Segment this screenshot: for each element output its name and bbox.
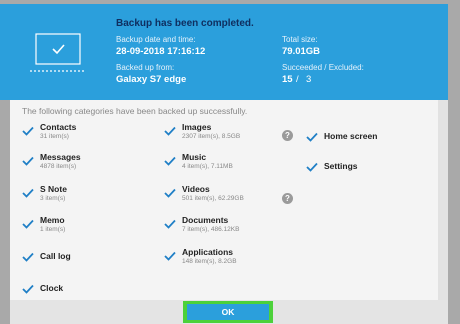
laptop-check-icon [30,33,86,72]
category-memo: Memo 1 item(s) [22,215,162,239]
videos-help-icon[interactable]: ? [282,193,293,204]
category-count: 3 item(s) [40,195,66,202]
category-music: Music 4 item(s), 7.11MB [164,152,304,176]
category-count: 501 item(s), 62.29GB [182,195,244,202]
category-name: Settings [324,161,358,171]
vertical-scrollbar[interactable] [438,100,448,300]
category-call-log: Call log [22,251,162,275]
category-name: Contacts [40,122,77,132]
backup-date-value: 28-09-2018 17:16:12 [116,46,206,57]
backup-complete-title: Backup has been completed. [116,18,254,29]
check-icon [164,188,176,198]
category-name: Memo [40,215,65,225]
total-size-label: Total size: [282,35,318,44]
backup-date-label: Backup date and time: [116,35,196,44]
check-icon [306,162,318,172]
images-help-icon[interactable]: ? [282,130,293,141]
category-home-screen: Home screen [306,131,446,155]
category-documents: Documents 7 item(s), 486.12KB [164,215,304,239]
category-messages: Messages 4878 item(s) [22,152,162,176]
category-count: 148 item(s), 8.2GB [182,258,237,265]
category-name: Images [182,122,212,132]
check-icon [22,284,34,294]
excluded-count: 3 [306,74,312,85]
header-panel: Backup has been completed. Backup date a… [0,4,448,100]
category-count: 1 item(s) [40,226,66,233]
category-count: 4878 item(s) [40,163,77,170]
backup-complete-window: Backup has been completed. Backup date a… [0,4,460,324]
category-name: Music [182,152,207,162]
category-count: 7 item(s), 486.12KB [182,226,240,233]
category-name: Documents [182,215,229,225]
category-applications: Applications 148 item(s), 8.2GB [164,247,304,271]
succeeded-count: 15 [282,74,293,85]
check-icon [306,132,318,142]
backed-up-from-label: Backed up from: [116,63,175,72]
categories-panel: The following categories have been backe… [10,100,448,300]
check-icon [164,126,176,136]
check-icon [22,156,34,166]
category-name: Videos [182,184,210,194]
category-contacts: Contacts 31 item(s) [22,122,162,146]
category-name: Messages [40,152,81,162]
category-name: S Note [40,184,67,194]
category-count: 2307 item(s), 8.5GB [182,133,241,140]
categories-intro: The following categories have been backe… [22,106,248,116]
succeeded-excluded-label: Succeeded / Excluded: [282,63,364,72]
check-icon [22,188,34,198]
count-separator: / [296,74,299,85]
total-size-value: 79.01GB [282,46,321,57]
check-icon [22,126,34,136]
category-count: 31 item(s) [40,133,69,140]
backed-up-from-value: Galaxy S7 edge [116,74,187,85]
category-name: Home screen [324,131,378,141]
category-settings: Settings [306,161,446,185]
check-icon [22,219,34,229]
check-icon [164,156,176,166]
check-icon [22,252,34,262]
category-name: Call log [40,251,71,261]
category-name: Clock [40,283,64,293]
category-name: Applications [182,247,234,257]
ok-button[interactable]: OK [187,304,269,320]
category-s-note: S Note 3 item(s) [22,184,162,208]
check-icon [164,219,176,229]
category-count: 4 item(s), 7.11MB [182,163,233,170]
check-icon [164,251,176,261]
